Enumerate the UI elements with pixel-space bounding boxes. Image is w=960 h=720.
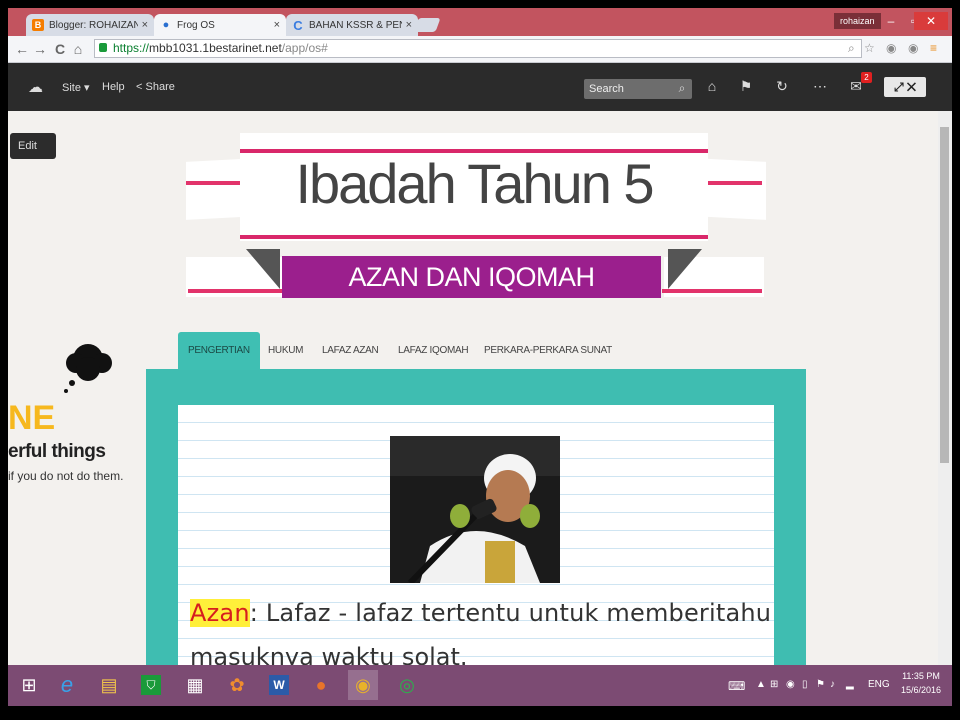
apps-icon[interactable]: ⋯ xyxy=(810,78,830,95)
tab-perkara-sunat[interactable]: PERKARA-PERKARA SUNAT xyxy=(484,332,612,370)
side-text: erful things xyxy=(8,441,106,462)
browser-tab-strip: B Blogger: ROHAIZAN BINTI × ● Frog OS × … xyxy=(8,8,952,36)
browser-toolbar: ← → C ⌂ https://mbb1031.1bestarinet.net/… xyxy=(8,36,952,63)
ribbon-stripe xyxy=(186,181,246,185)
tab-pengertian[interactable]: PENGERTIAN xyxy=(178,332,260,370)
definition-text: : Lafaz - lafaz tertentu untuk memberita… xyxy=(249,599,772,627)
share-button[interactable]: < Share xyxy=(136,81,175,93)
url-host: mbb1031.1bestarinet.net xyxy=(149,41,282,55)
fullscreen-close-button[interactable]: ⤢ ✕ xyxy=(884,77,926,97)
bookmark-star-icon[interactable]: ☆ xyxy=(864,41,875,55)
address-bar[interactable]: https://mbb1031.1bestarinet.net/app/os# xyxy=(94,39,862,58)
tab-hukum[interactable]: HUKUM xyxy=(268,332,303,370)
app-icon[interactable]: ▦ xyxy=(180,670,210,700)
term-highlight: Azan xyxy=(190,599,250,627)
signal-icon[interactable]: ▂ xyxy=(846,679,854,690)
home-icon[interactable]: ⌂ xyxy=(702,78,722,94)
windows-start-icon[interactable]: ⊞ xyxy=(14,670,44,700)
close-tab-icon[interactable]: × xyxy=(274,19,280,31)
file-explorer-icon[interactable]: ▤ xyxy=(94,670,124,700)
windows-taskbar: ⊞ e ▤ ⛉ ▦ ✿ W ● ◉ ◎ ⌨ ▲ ⊞ ◉ ▯ ⚑ ♪ ▂ ENG … xyxy=(8,665,952,706)
new-tab-button[interactable] xyxy=(413,18,441,32)
reload-icon[interactable]: C xyxy=(52,40,68,58)
extension-icon[interactable]: ◉ xyxy=(886,41,896,55)
system-clock[interactable]: 11:35 PM 15/6/2016 xyxy=(896,669,946,697)
clock-time: 11:35 PM xyxy=(902,671,940,681)
c-icon: C xyxy=(293,17,303,33)
battery-icon[interactable]: ▯ xyxy=(802,679,808,690)
minimize-icon[interactable]: – xyxy=(880,12,902,30)
ribbon-stripe xyxy=(188,289,282,293)
title-bottom-line xyxy=(240,235,708,239)
extension-icon[interactable]: ◉ xyxy=(908,41,918,55)
store-icon[interactable]: ⛉ xyxy=(136,670,166,700)
share-icon: < xyxy=(136,81,143,93)
app-icon[interactable]: ✿ xyxy=(222,670,252,700)
tray-app-icon[interactable]: ◉ xyxy=(786,679,795,690)
ribbon-fold-left xyxy=(246,249,280,289)
tray-expand-icon[interactable]: ▲ xyxy=(756,679,766,690)
definition-line-1: Azan: Lafaz - lafaz tertentu untuk membe… xyxy=(190,599,771,627)
frog-icon: ● xyxy=(162,19,170,31)
blogger-icon: B xyxy=(32,19,44,31)
azan-photo xyxy=(390,436,560,583)
browser-tab-bahan[interactable]: C BAHAN KSSR & PENDJSU × xyxy=(286,14,418,36)
close-window-icon[interactable]: ✕ xyxy=(914,12,948,30)
forward-icon[interactable]: → xyxy=(32,40,48,58)
tab-lafaz-iqomah[interactable]: LAFAZ IQOMAH xyxy=(398,332,469,370)
site-label: Site xyxy=(62,82,81,94)
tab-lafaz-azan[interactable]: LAFAZ AZAN xyxy=(322,332,379,370)
menu-icon[interactable]: ≡ xyxy=(930,41,937,55)
flag-icon[interactable]: ⚑ xyxy=(816,679,825,690)
page-title: Ibadah Tahun 5 xyxy=(295,152,654,215)
thought-cloud-icon xyxy=(64,344,112,393)
refresh-icon[interactable]: ↻ xyxy=(772,78,792,95)
lock-icon xyxy=(99,43,107,52)
tray-app-icon[interactable]: ⊞ xyxy=(770,679,778,690)
ribbon-stripe xyxy=(662,289,762,293)
ribbon-fold-right xyxy=(668,249,702,289)
dropdown-caret-icon: ▾ xyxy=(84,82,90,94)
scrollbar-thumb[interactable] xyxy=(940,127,949,463)
frog-logo-icon[interactable]: ☁ xyxy=(28,78,43,96)
share-label: Share xyxy=(145,81,175,93)
page-scrollbar[interactable] xyxy=(938,111,952,665)
volume-icon[interactable]: ♪ xyxy=(830,679,835,690)
url-path: /app/os# xyxy=(281,41,328,55)
frog-os-bar: ☁ Site ▾ Help < Share Search ⌕ ⌂ ⚑ ↻ ⋯ ✉… xyxy=(8,63,952,111)
help-link[interactable]: Help xyxy=(102,81,125,93)
internet-explorer-icon[interactable]: e xyxy=(52,670,82,700)
side-heading: NE xyxy=(8,399,56,437)
browser-tab-blogger[interactable]: B Blogger: ROHAIZAN BINTI × xyxy=(26,14,154,36)
language-indicator[interactable]: ENG xyxy=(868,679,890,690)
zoom-icon[interactable]: ⌕ xyxy=(848,41,855,56)
page-content: Edit Ibadah Tahun 5 AZAN DAN IQOMAH NE e… xyxy=(8,111,952,665)
keyboard-icon[interactable]: ⌨ xyxy=(728,679,745,693)
edit-button[interactable]: Edit xyxy=(10,133,56,159)
chrome-user-chip[interactable]: rohaizan xyxy=(834,13,881,29)
close-tab-icon[interactable]: × xyxy=(142,19,148,31)
ribbon-stripe xyxy=(708,181,762,185)
app-icon[interactable]: ◎ xyxy=(392,670,422,700)
page-subtitle: AZAN DAN IQOMAH xyxy=(282,256,661,298)
chrome-icon[interactable]: ◉ xyxy=(348,670,378,700)
site-menu[interactable]: Site ▾ xyxy=(62,81,90,94)
flag-icon[interactable]: ⚑ xyxy=(736,78,756,95)
search-icon[interactable]: ⌕ xyxy=(672,81,692,96)
tab-label: Blogger: ROHAIZAN BINTI xyxy=(49,19,138,31)
back-icon[interactable]: ← xyxy=(14,40,30,58)
definition-line-2: masuknya waktu solat. xyxy=(190,643,468,665)
url-scheme: https:// xyxy=(113,41,150,55)
side-subtext: if you do not do them. xyxy=(8,469,124,483)
firefox-icon[interactable]: ● xyxy=(306,670,336,700)
notification-badge: 2 xyxy=(861,72,872,83)
tab-label: Frog OS xyxy=(177,19,215,31)
browser-tab-frog-os[interactable]: ● Frog OS × xyxy=(154,14,286,36)
home-icon[interactable]: ⌂ xyxy=(70,40,86,58)
word-icon[interactable]: W xyxy=(264,670,294,700)
close-tab-icon[interactable]: × xyxy=(406,19,412,31)
clock-date: 15/6/2016 xyxy=(900,685,942,695)
screen: B Blogger: ROHAIZAN BINTI × ● Frog OS × … xyxy=(8,8,952,706)
tab-label: BAHAN KSSR & PENDJSU xyxy=(309,19,402,31)
